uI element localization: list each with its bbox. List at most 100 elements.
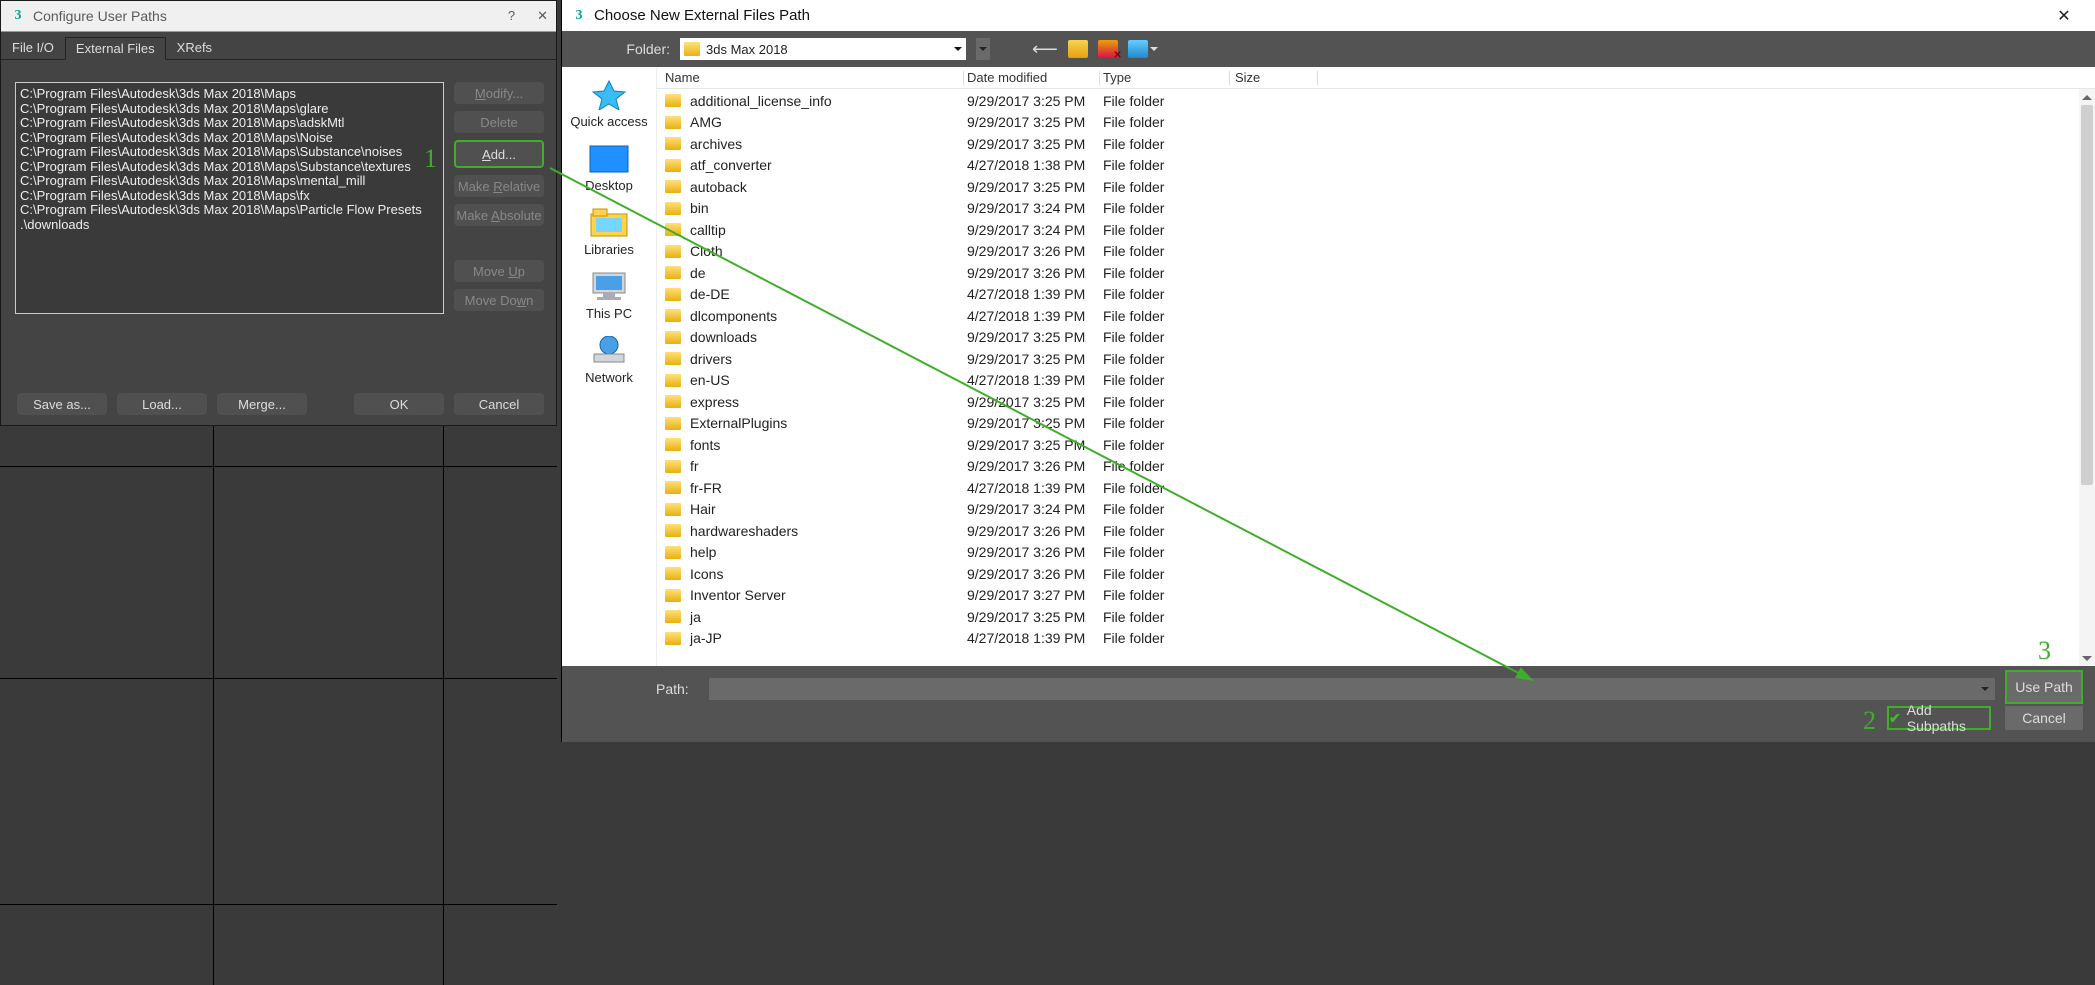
delete-button[interactable]: Delete	[454, 111, 544, 133]
tab-xrefs[interactable]: XRefs	[166, 36, 223, 59]
file-row[interactable]: de-DE4/27/2018 1:39 PMFile folder	[657, 284, 2095, 306]
path-input[interactable]	[709, 678, 1995, 700]
file-row[interactable]: dlcomponents4/27/2018 1:39 PMFile folder	[657, 305, 2095, 327]
file-row[interactable]: ja-JP4/27/2018 1:39 PMFile folder	[657, 628, 2095, 650]
use-path-button[interactable]: Use Path	[2005, 670, 2083, 704]
file-row[interactable]: de9/29/2017 3:26 PMFile folder	[657, 262, 2095, 284]
folder-icon	[684, 42, 700, 56]
scroll-thumb[interactable]	[2081, 105, 2093, 485]
place-network[interactable]: Network	[585, 331, 633, 389]
file-row[interactable]: atf_converter4/27/2018 1:38 PMFile folde…	[657, 155, 2095, 177]
help-icon[interactable]: ?	[508, 8, 515, 24]
column-headers[interactable]: Name Date modified Type Size	[657, 67, 2095, 89]
col-type[interactable]: Type	[1103, 70, 1235, 85]
file-row[interactable]: ja9/29/2017 3:25 PMFile folder	[657, 606, 2095, 628]
file-rows[interactable]: additional_license_info 9/29/2017 3:25 PM…	[657, 89, 2095, 666]
scroll-up-button[interactable]	[2079, 89, 2095, 105]
tab-external-files[interactable]: External Files	[65, 37, 166, 60]
path-item[interactable]: C:\Program Files\Autodesk\3ds Max 2018\M…	[20, 189, 439, 204]
new-folder-icon[interactable]	[1068, 40, 1088, 58]
folder-history-dropdown[interactable]	[976, 38, 990, 60]
modify-button[interactable]: Modify...	[454, 82, 544, 104]
place-quick-access[interactable]: Quick access	[570, 75, 647, 133]
up-one-level-icon[interactable]: ⟵	[1032, 39, 1058, 60]
tab-file-io[interactable]: File I/O	[1, 36, 65, 59]
cancel-button[interactable]: Cancel	[2005, 706, 2083, 730]
place-desktop[interactable]: Desktop	[585, 139, 633, 197]
path-item[interactable]: C:\Program Files\Autodesk\3ds Max 2018\M…	[20, 102, 439, 117]
add-button[interactable]: Add...	[454, 140, 544, 168]
file-name: autoback	[690, 179, 967, 195]
file-row[interactable]: Cloth9/29/2017 3:26 PMFile folder	[657, 241, 2095, 263]
file-row[interactable]: en-US4/27/2018 1:39 PMFile folder	[657, 370, 2095, 392]
file-row[interactable]: Icons9/29/2017 3:26 PMFile folder	[657, 563, 2095, 585]
path-item[interactable]: C:\Program Files\Autodesk\3ds Max 2018\M…	[20, 160, 439, 175]
path-item[interactable]: C:\Program Files\Autodesk\3ds Max 2018\M…	[20, 131, 439, 146]
file-row[interactable]: Inventor Server9/29/2017 3:27 PMFile fol…	[657, 585, 2095, 607]
make-relative-button[interactable]: Make Relative	[454, 175, 544, 197]
col-name[interactable]: Name	[665, 70, 967, 85]
folder-icon	[665, 223, 681, 236]
file-row[interactable]: fr9/29/2017 3:26 PMFile folder	[657, 456, 2095, 478]
configure-user-paths-dialog: 3 Configure User Paths ? ✕ File I/O Exte…	[0, 0, 557, 426]
file-date: 4/27/2018 1:39 PM	[967, 308, 1103, 324]
file-row[interactable]: calltip9/29/2017 3:24 PMFile folder	[657, 219, 2095, 241]
file-name: additional_license_info	[690, 93, 967, 109]
file-type: File folder	[1103, 437, 1235, 453]
path-item[interactable]: C:\Program Files\Autodesk\3ds Max 2018\M…	[20, 174, 439, 189]
load-button[interactable]: Load...	[117, 393, 207, 415]
move-up-button[interactable]: Move Up	[454, 260, 544, 282]
file-name: Icons	[690, 566, 967, 582]
save-as-button[interactable]: Save as...	[17, 393, 107, 415]
file-row[interactable]: AMG9/29/2017 3:25 PMFile folder	[657, 112, 2095, 134]
file-row[interactable]: downloads9/29/2017 3:25 PMFile folder	[657, 327, 2095, 349]
path-item[interactable]: C:\Program Files\Autodesk\3ds Max 2018\M…	[20, 87, 439, 102]
file-row[interactable]: express9/29/2017 3:25 PMFile folder	[657, 391, 2095, 413]
move-down-button[interactable]: Move Down	[454, 289, 544, 311]
ok-button[interactable]: OK	[354, 393, 444, 415]
file-name: drivers	[690, 351, 967, 367]
col-size[interactable]: Size	[1235, 70, 1325, 85]
paths-listbox[interactable]: C:\Program Files\Autodesk\3ds Max 2018\M…	[15, 82, 444, 314]
place-this-pc[interactable]: This PC	[586, 267, 632, 325]
file-row[interactable]: help9/29/2017 3:26 PMFile folder	[657, 542, 2095, 564]
file-row[interactable]: autoback9/29/2017 3:25 PMFile folder	[657, 176, 2095, 198]
delete-folder-icon[interactable]	[1098, 40, 1118, 58]
titlebar[interactable]: 3 Configure User Paths ? ✕	[1, 1, 556, 32]
path-item[interactable]: .\downloads	[20, 218, 439, 233]
dialog-footer: Path: Use Path ✔ Add Subpaths Cancel	[562, 666, 2095, 742]
file-row[interactable]: fr-FR4/27/2018 1:39 PMFile folder	[657, 477, 2095, 499]
file-row[interactable]: Hair9/29/2017 3:24 PMFile folder	[657, 499, 2095, 521]
file-name: fr-FR	[690, 480, 967, 496]
make-absolute-button[interactable]: Make Absolute	[454, 204, 544, 226]
file-row[interactable]: archives9/29/2017 3:25 PMFile folder	[657, 133, 2095, 155]
add-subpaths-checkbox[interactable]: ✔ Add Subpaths	[1887, 706, 1991, 730]
close-icon[interactable]: ✕	[537, 8, 548, 24]
file-row[interactable]: additional_license_info9/29/2017 3:25 PM…	[657, 90, 2095, 112]
file-type: File folder	[1103, 114, 1235, 130]
file-date: 9/29/2017 3:25 PM	[967, 329, 1103, 345]
col-date-modified[interactable]: Date modified	[967, 70, 1103, 85]
file-name: Cloth	[690, 243, 967, 259]
path-item[interactable]: C:\Program Files\Autodesk\3ds Max 2018\M…	[20, 116, 439, 131]
close-icon[interactable]: ✕	[2041, 6, 2087, 26]
file-type: File folder	[1103, 566, 1235, 582]
titlebar[interactable]: 3 Choose New External Files Path ✕	[562, 0, 2095, 31]
cancel-button[interactable]: Cancel	[454, 393, 544, 415]
file-row[interactable]: bin9/29/2017 3:24 PMFile folder	[657, 198, 2095, 220]
file-row[interactable]: ExternalPlugins9/29/2017 3:25 PMFile fol…	[657, 413, 2095, 435]
file-type: File folder	[1103, 372, 1235, 388]
views-menu-button[interactable]	[1128, 40, 1158, 58]
vertical-scrollbar[interactable]	[2079, 89, 2095, 666]
folder-icon	[665, 567, 681, 580]
merge-button[interactable]: Merge...	[217, 393, 307, 415]
folder-combobox[interactable]: 3ds Max 2018	[680, 38, 966, 60]
path-item[interactable]: C:\Program Files\Autodesk\3ds Max 2018\M…	[20, 145, 439, 160]
place-libraries[interactable]: Libraries	[584, 203, 634, 261]
file-date: 9/29/2017 3:27 PM	[967, 587, 1103, 603]
file-row[interactable]: fonts9/29/2017 3:25 PMFile folder	[657, 434, 2095, 456]
file-row[interactable]: hardwareshaders9/29/2017 3:26 PMFile fol…	[657, 520, 2095, 542]
path-item[interactable]: C:\Program Files\Autodesk\3ds Max 2018\M…	[20, 203, 439, 218]
file-row[interactable]: drivers9/29/2017 3:25 PMFile folder	[657, 348, 2095, 370]
scroll-down-button[interactable]	[2079, 650, 2095, 666]
